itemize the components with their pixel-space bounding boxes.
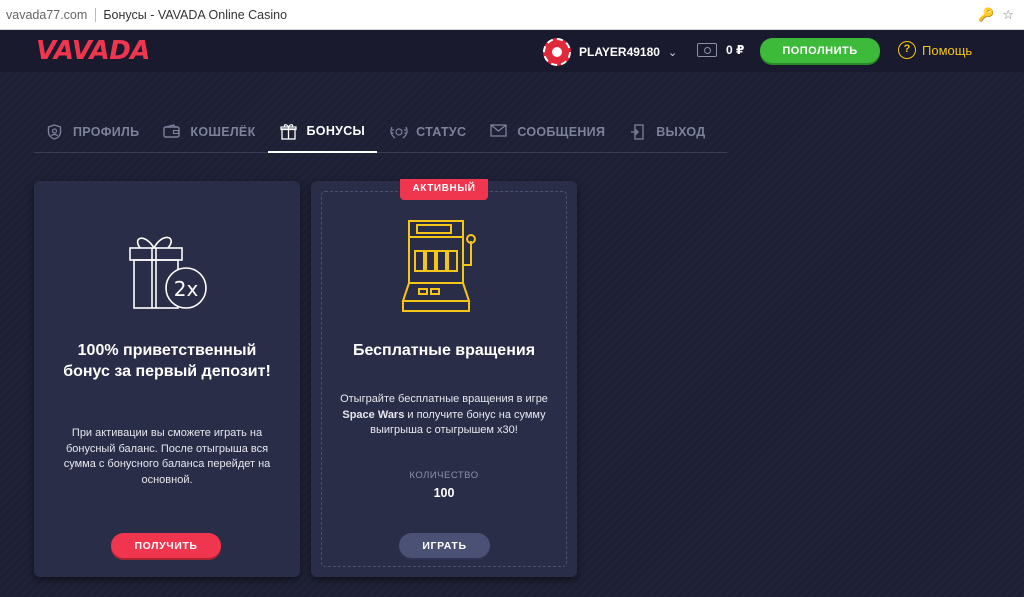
game-name[interactable]: Space Wars bbox=[342, 409, 404, 421]
balance-display: 0 ₽ bbox=[697, 43, 744, 57]
card-description: Отыграйте бесплатные вращения в игре Spa… bbox=[331, 392, 557, 439]
desc-line: основной. bbox=[141, 473, 193, 486]
tab-label: БОНУСЫ bbox=[306, 123, 366, 138]
logout-icon bbox=[629, 123, 646, 140]
gift-icon bbox=[279, 123, 297, 140]
account-tabs: ПРОФИЛЬ КОШЕЛЁК БОНУСЫ СТАТУС СООБЩЕНИЯ … bbox=[34, 110, 727, 153]
title-line: 100% приветственный bbox=[77, 342, 257, 359]
tab-messages[interactable]: СООБЩЕНИЯ bbox=[478, 110, 617, 153]
key-icon[interactable]: 🔑 bbox=[978, 7, 994, 23]
quantity-label: КОЛИЧЕСТВО bbox=[409, 470, 479, 481]
browser-address-bar[interactable]: vavada77.com Бонусы - VAVADA Online Casi… bbox=[0, 0, 1024, 30]
username: PLAYER49180 bbox=[579, 45, 660, 59]
desc-text: и получите бонус на сумму bbox=[404, 408, 546, 421]
balance-value: 0 ₽ bbox=[726, 43, 745, 57]
status-badge: АКТИВНЫЙ bbox=[400, 179, 488, 200]
svg-text:2x: 2x bbox=[174, 277, 199, 301]
gift-2x-icon: 2x bbox=[124, 226, 210, 317]
tab-label: ПРОФИЛЬ bbox=[73, 124, 140, 139]
tab-profile[interactable]: ПРОФИЛЬ bbox=[34, 110, 151, 153]
avatar[interactable] bbox=[543, 38, 571, 66]
quantity-value: 100 bbox=[433, 486, 455, 500]
tab-label: КОШЕЛЁК bbox=[190, 124, 256, 139]
help-link[interactable]: ? Помощь bbox=[898, 41, 972, 59]
user-menu[interactable]: PLAYER49180 ⌄ bbox=[543, 38, 677, 66]
help-label: Помощь bbox=[922, 42, 973, 58]
envelope-icon bbox=[490, 123, 507, 140]
tab-bonuses[interactable]: БОНУСЫ bbox=[267, 110, 378, 153]
browser-page-title: Бонусы - VAVADA Online Casino bbox=[103, 7, 288, 22]
shield-user-icon bbox=[46, 123, 63, 140]
tab-logout[interactable]: ВЫХОД bbox=[617, 110, 717, 153]
site-header: VAVADA PLAYER49180 ⌄ 0 ₽ ПОПОЛНИТЬ ? Пом… bbox=[0, 30, 1024, 72]
tab-status[interactable]: СТАТУС bbox=[377, 110, 478, 153]
browser-domain: vavada77.com bbox=[6, 7, 88, 22]
vavada-logo[interactable]: VAVADA bbox=[36, 36, 150, 66]
desc-line: выигрыша с отыгрышем х30! bbox=[370, 424, 518, 436]
desc-line: Space Wars и получите бонус на сумму bbox=[331, 408, 557, 424]
card-description: При активации вы сможете играть на бонус… bbox=[54, 426, 280, 488]
play-button[interactable]: ИГРАТЬ bbox=[399, 533, 490, 558]
title-line: бонус за первый депозит! bbox=[63, 363, 271, 380]
bonus-card-welcome: 2x 100% приветственный бонус за первый д… bbox=[34, 181, 300, 577]
desc-line: Отыграйте бесплатные вращения в игре bbox=[340, 393, 548, 405]
browser-tools: 🔑 ☆ bbox=[978, 7, 1014, 23]
tab-label: ВЫХОД bbox=[656, 124, 706, 139]
card-title: Бесплатные вращения bbox=[352, 342, 536, 359]
card-title: 100% приветственный бонус за первый депо… bbox=[44, 340, 290, 382]
deposit-button[interactable]: ПОПОЛНИТЬ bbox=[760, 38, 880, 63]
desc-line: При активации вы сможете играть на bbox=[71, 427, 263, 439]
cash-icon bbox=[697, 43, 717, 57]
address-divider bbox=[95, 7, 97, 22]
question-icon: ? bbox=[898, 41, 916, 59]
bonus-card-free-spins: АКТИВНЫЙ Бесплатные вращения Отыграйте б… bbox=[311, 179, 577, 577]
bookmark-star-icon[interactable]: ☆ bbox=[1002, 7, 1014, 23]
tab-label: СООБЩЕНИЯ bbox=[517, 124, 606, 139]
laurel-icon bbox=[389, 124, 408, 140]
slot-machine-icon bbox=[401, 219, 487, 324]
desc-line: бонусный баланс. После отыгрыша вся bbox=[65, 442, 269, 455]
tab-label: СТАТУС bbox=[416, 124, 467, 139]
tab-wallet[interactable]: КОШЕЛЁК bbox=[151, 110, 267, 153]
chevron-down-icon[interactable]: ⌄ bbox=[668, 46, 677, 59]
desc-line: сумма с бонусного баланса перейдет на bbox=[63, 458, 271, 470]
get-bonus-button[interactable]: ПОЛУЧИТЬ bbox=[111, 533, 221, 558]
wallet-icon bbox=[163, 123, 181, 140]
